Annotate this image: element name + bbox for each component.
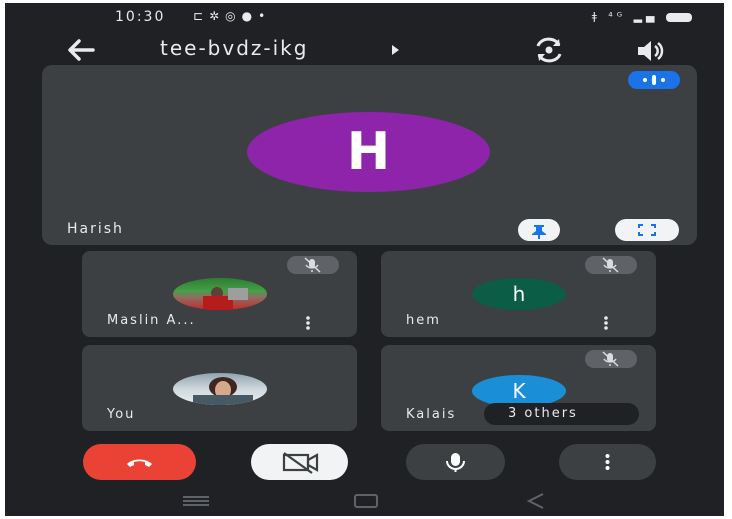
participant-name: You — [107, 407, 136, 422]
camera-toggle-button[interactable] — [251, 444, 348, 480]
others-chip[interactable]: 3 others — [484, 403, 639, 425]
main-avatar: H — [247, 112, 490, 192]
participant-avatar: h — [472, 278, 566, 310]
more-options-icon[interactable] — [603, 316, 609, 330]
main-participant-name: Harish — [67, 221, 124, 237]
end-call-button[interactable] — [83, 444, 196, 480]
dot-icon: • — [258, 9, 272, 23]
meet-call-screen: 10:30 ⊏✲◎●• ǂ ⁴ᴳ ▂▄ tee-bvdz-ikg H Haris… — [5, 3, 724, 516]
avatar-photo — [173, 373, 267, 405]
cast-icon: ⊏ — [193, 9, 210, 23]
status-notification-icons: ⊏✲◎●• — [193, 9, 271, 23]
fullscreen-button[interactable] — [615, 219, 679, 241]
participant-tile[interactable]: Maslin A... — [82, 251, 357, 337]
participant-name: Kalais — [406, 407, 457, 422]
fullscreen-icon — [638, 224, 656, 236]
settings-icon: ✲ — [209, 9, 226, 23]
switch-camera-icon[interactable] — [532, 36, 566, 64]
signal-icon: ▂▄ — [633, 10, 659, 23]
network-icon: ǂ ⁴ᴳ — [591, 10, 627, 23]
others-chip-label: 3 others — [508, 406, 578, 421]
pin-button[interactable] — [518, 219, 560, 241]
status-bar: 10:30 ⊏✲◎●• ǂ ⁴ᴳ ▂▄ — [5, 3, 724, 33]
mic-icon — [446, 453, 465, 472]
more-options-button[interactable] — [559, 444, 656, 480]
status-time: 10:30 — [115, 9, 166, 25]
recents-icon[interactable] — [181, 494, 211, 508]
muted-mic-icon — [287, 256, 339, 274]
video-icon: ● — [241, 9, 259, 23]
participant-tile[interactable]: You — [82, 345, 357, 431]
end-call-icon — [127, 459, 152, 467]
speaker-icon[interactable] — [633, 37, 667, 65]
more-options-icon[interactable] — [305, 316, 311, 330]
caret-right-icon[interactable] — [392, 45, 399, 55]
participant-tile[interactable]: h hem — [381, 251, 656, 337]
whatsapp-icon: ◎ — [225, 9, 242, 23]
nav-back-icon[interactable] — [525, 492, 547, 510]
main-speaker-tile[interactable]: H Harish — [42, 65, 697, 245]
call-toolbar: tee-bvdz-ikg — [5, 33, 724, 69]
muted-mic-icon — [585, 350, 637, 368]
more-vert-icon — [605, 454, 610, 470]
battery-icon — [666, 12, 692, 22]
avatar-photo — [173, 278, 267, 310]
back-arrow-icon[interactable] — [63, 35, 99, 65]
participant-name: hem — [406, 313, 441, 328]
system-nav-bar — [5, 486, 724, 516]
home-icon[interactable] — [354, 494, 378, 508]
muted-mic-icon — [585, 256, 637, 274]
participant-tile[interactable]: K Kalais 3 others — [381, 345, 656, 431]
participant-name: Maslin A... — [107, 313, 196, 328]
meeting-code[interactable]: tee-bvdz-ikg — [160, 36, 308, 60]
camera-off-icon — [282, 452, 319, 474]
audio-level-indicator — [628, 71, 680, 89]
pin-icon — [532, 225, 546, 239]
status-right-icons: ǂ ⁴ᴳ ▂▄ — [592, 10, 692, 23]
microphone-button[interactable] — [406, 444, 505, 480]
